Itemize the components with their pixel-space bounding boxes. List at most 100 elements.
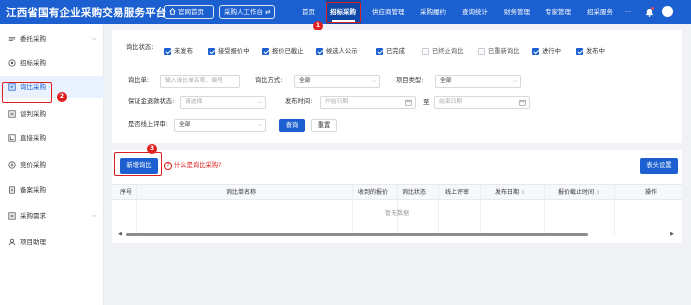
method-select-value: 全部 [299,78,311,84]
filter-row-2: 保证金退款状态: 请选择 ⌵ 发布时间: 开始日期 至 结束日期 [112,95,682,109]
start-date-input[interactable]: 开始日期 [320,96,416,109]
sidebar-label: 委托采购 [20,35,46,43]
filter-row-1: 询比单: 输入询比单名称、编号 询比方式: 全部 ⌵ 项目类型: 全部 ⌵ [112,74,682,88]
chevron-down-icon: ⌵ [258,99,262,105]
sidebar-item-auction[interactable]: 竞价采购 [0,154,104,176]
column-header: 询比状态 [402,189,427,196]
nav-home[interactable]: 首页 [302,0,315,24]
what-is-inquiry-link[interactable]: ? 什么是询比采购? [164,159,221,173]
column-header: 线上评审 [445,189,470,196]
sidebar-item-negotiation[interactable]: 谈判采购 [0,103,104,125]
column-header: 询比单名称 [226,189,257,196]
project-type-select[interactable]: 全部 ⌵ [435,75,521,88]
end-date-placeholder: 结束日期 [439,99,463,105]
horizontal-scrollbar[interactable]: ◀ ▶ [118,232,674,237]
chevron-down-icon: ⌵ [92,212,97,219]
column-header: 操作 [645,189,658,196]
sidebar-label: 招标采购 [20,59,46,67]
highlight-box-add [114,152,162,176]
online-review-select-value: 全部 [179,122,191,128]
sidebar-label: 采购需求 [20,212,46,220]
checkbox-icon [208,48,215,55]
sidebar-item-delegate[interactable]: 委托采购 ⌵ [0,28,104,50]
nav-procurement-performance[interactable]: 采购履约 [420,0,446,24]
search-button[interactable]: 查询 [279,119,305,132]
online-review-select[interactable]: 全部 ⌵ [174,119,266,132]
online-review-label: 是否线上评审: [128,121,168,128]
demand-icon [8,212,16,220]
scrollbar-thumb[interactable] [126,233,588,236]
sidebar-label: 谈判采购 [20,110,46,118]
sort-icon: ⇕ [596,190,601,196]
highlight-box-nav [326,2,361,23]
checkbox-label: 进行中 [542,48,561,55]
checkbox-icon [576,48,583,55]
chevron-down-icon: ⌵ [372,78,376,84]
sidebar-item-demand[interactable]: 采购需求 ⌵ [0,205,104,227]
checkbox-label: 已重新询比 [488,48,520,55]
deposit-refund-select[interactable]: 请选择 ⌵ [180,96,266,109]
status-checkbox[interactable]: 发布中 [576,47,605,56]
publish-time-label: 发布时间: [285,98,313,105]
scroll-right-icon[interactable]: ▶ [670,232,674,237]
column-header-label: 报价截止时间 [558,189,595,196]
checkbox-icon [376,48,383,55]
column-header-sortable[interactable]: 发布日期 ⇕ [495,185,525,201]
question-icon: ? [164,162,172,170]
user-avatar[interactable] [662,6,673,17]
sidebar-item-bidding[interactable]: 招标采购 [0,52,104,74]
platform-title: 江西省国有企业采购交易服务平台 [6,7,167,19]
nav-query-statistics[interactable]: 查询统计 [462,0,488,24]
direct-icon [8,134,16,142]
status-checkbox[interactable]: 进行中 [532,47,561,56]
help-link-label: 什么是询比采购? [174,162,222,169]
status-checkbox[interactable]: 候选人公示 [316,47,357,56]
scroll-left-icon[interactable]: ◀ [118,232,122,237]
inquiry-search-input[interactable]: 输入询比单名称、编号 [160,75,240,88]
status-checkbox[interactable]: 报价已截止 [262,47,303,56]
status-checkbox[interactable]: 已终止询比 [422,47,463,56]
column-header-label: 发布日期 [495,189,520,196]
end-date-input[interactable]: 结束日期 [434,96,530,109]
record-icon [9,186,15,194]
nav-finance-management[interactable]: 财务管理 [504,0,530,24]
column-header: 收到的报价 [358,189,389,196]
bell-icon[interactable] [645,7,654,17]
checkbox-label: 未发布 [174,48,193,55]
status-checkbox[interactable]: 接受报价中 [208,47,249,56]
reset-button[interactable]: 重置 [311,119,337,132]
official-home-button[interactable]: 官网首页 [164,5,214,19]
chevron-down-icon: ⌵ [513,78,517,84]
home-icon [169,8,176,15]
sidebar-label: 竞价采购 [20,161,46,169]
column-header-sortable[interactable]: 报价截止时间 ⇕ [558,185,600,201]
workbench-switch-button[interactable]: 采购人工作台 ⇄ [219,5,275,19]
sidebar-item-assistant[interactable]: 项目助理 [0,231,104,253]
status-label: 询比状态: [126,44,154,51]
sidebar-label: 项目助理 [20,238,46,246]
highlight-box-sidebar [2,82,52,103]
nav-supplier-management[interactable]: 供应商管理 [372,0,405,24]
nav-more[interactable]: ··· [625,0,631,24]
official-home-label: 官网首页 [178,8,204,16]
results-panel: 新增询比 ? 什么是询比采购? 表头设置 序号 询比单名称 收到的报价 询比状态 … [112,150,682,243]
status-checkbox[interactable]: 已完成 [376,47,405,56]
bid-icon [8,59,16,67]
sort-icon: ⇕ [521,190,526,196]
sidebar-label: 备案采购 [20,186,46,194]
negotiate-icon [8,110,16,118]
method-select[interactable]: 全部 ⌵ [294,75,380,88]
checkbox-icon [422,48,429,55]
status-checkbox[interactable]: 已重新询比 [478,47,519,56]
sidebar-item-direct[interactable]: 直接采购 [0,127,104,149]
column-settings-button[interactable]: 表头设置 [640,158,678,174]
checkbox-icon [532,48,539,55]
checkbox-label: 已完成 [386,48,405,55]
sidebar-item-record[interactable]: 备案采购 [0,179,104,201]
nav-expert-management[interactable]: 专家管理 [545,0,571,24]
column-header: 序号 [120,189,133,196]
status-checkbox[interactable]: 未发布 [164,47,193,56]
checkbox-icon [164,48,171,55]
checkbox-label: 接受报价中 [218,48,250,55]
nav-procurement-services[interactable]: 招采服务 [587,0,613,24]
